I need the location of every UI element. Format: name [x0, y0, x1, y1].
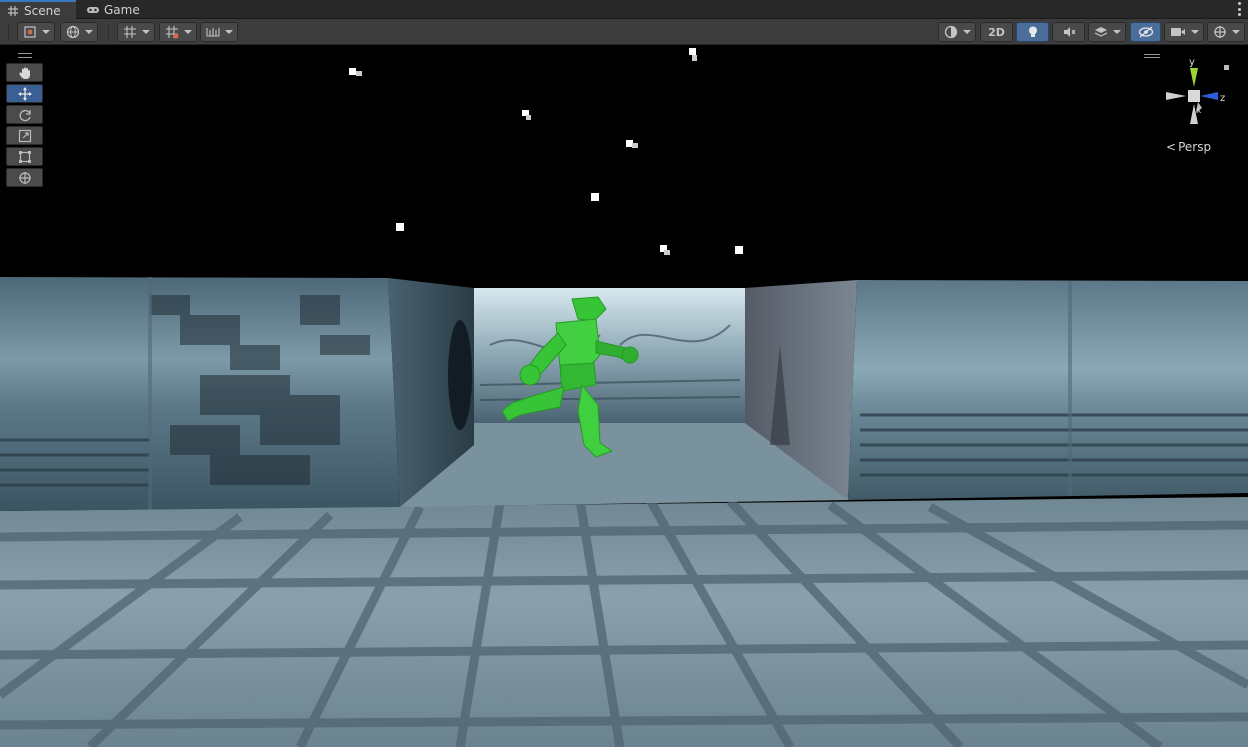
gizmos-dropdown[interactable] — [1207, 22, 1245, 42]
effects-layers-icon — [1094, 27, 1107, 37]
globe-icon — [66, 25, 79, 39]
kebab-menu-icon[interactable] — [1236, 2, 1242, 16]
increment-snap-dropdown[interactable] — [159, 22, 197, 42]
gizmo-z-label: z — [1220, 93, 1225, 104]
scene-lighting-toggle[interactable] — [1016, 22, 1049, 42]
tab-game-label: Game — [104, 2, 140, 17]
toolbar-separator — [108, 25, 109, 39]
gizmo-center-cube[interactable] — [1188, 90, 1200, 102]
tab-game[interactable]: Game — [80, 0, 146, 19]
scene-viewport[interactable]: y z x < Persp — [0, 45, 1248, 747]
chevron-left-icon: < — [1166, 140, 1177, 154]
gizmos-icon — [1213, 26, 1226, 38]
tab-scene-label: Scene — [24, 3, 61, 18]
rect-tool-button[interactable] — [6, 147, 43, 166]
visibility-hidden-icon — [1138, 26, 1153, 38]
gizmo-y-axis[interactable] — [1190, 68, 1198, 87]
scene-visibility-toggle[interactable] — [1130, 22, 1161, 42]
rotate-tool-button[interactable] — [6, 105, 43, 124]
orientation-gizmo[interactable]: y z x — [1160, 56, 1232, 130]
projection-toggle[interactable]: < Persp — [1166, 140, 1211, 154]
camera-icon — [1170, 28, 1185, 36]
scale-icon — [18, 129, 31, 142]
effects-dropdown[interactable] — [1088, 22, 1126, 42]
move-icon — [17, 86, 32, 101]
grid-snap-dropdown[interactable] — [117, 22, 155, 42]
scene-toolbar: 2D — [0, 19, 1248, 45]
sky — [0, 45, 1248, 285]
hand-tool-button[interactable] — [6, 63, 43, 82]
pivot-icon — [23, 26, 36, 38]
transform-icon — [18, 171, 31, 184]
rect-transform-icon — [18, 150, 31, 163]
scene-tab-bar: Scene Game — [0, 0, 1248, 19]
tab-scene[interactable]: Scene — [0, 0, 76, 19]
camera-settings-dropdown[interactable] — [1164, 22, 1204, 42]
audio-muted-icon — [1063, 27, 1075, 37]
rotate-icon — [19, 109, 31, 121]
ruler-icon — [205, 28, 220, 37]
gizmo-y-label: y — [1189, 57, 1195, 68]
shading-mode-icon — [944, 25, 957, 39]
ruler-dropdown[interactable] — [200, 22, 238, 42]
toggle-2d-button[interactable]: 2D — [980, 22, 1013, 42]
tool-handle-dropdown[interactable] — [17, 22, 55, 42]
scene-audio-toggle[interactable] — [1052, 22, 1085, 42]
gizmo-z-axis[interactable] — [1200, 92, 1218, 100]
transform-tool-button[interactable] — [6, 168, 43, 187]
gamepad-icon — [86, 4, 100, 16]
draw-mode-dropdown[interactable] — [938, 22, 976, 42]
snap-increment-icon — [165, 26, 178, 39]
toolbar-separator — [8, 25, 9, 39]
lightbulb-icon — [1028, 26, 1037, 37]
gizmo-neg-x-axis[interactable] — [1166, 92, 1186, 100]
tool-palette — [6, 53, 43, 189]
gizmo-x-label: x — [1196, 106, 1202, 116]
palette-grip[interactable] — [17, 53, 32, 58]
right-wall — [848, 280, 1248, 500]
gizmo-grip[interactable] — [1144, 54, 1160, 58]
grid-snap-icon — [123, 26, 136, 38]
scale-tool-button[interactable] — [6, 126, 43, 145]
grid-icon — [6, 5, 20, 17]
hand-icon — [18, 67, 30, 79]
scene-render — [0, 45, 1248, 747]
projection-label: Persp — [1178, 140, 1212, 154]
global-local-dropdown[interactable] — [60, 22, 98, 42]
move-tool-button[interactable] — [6, 84, 43, 103]
